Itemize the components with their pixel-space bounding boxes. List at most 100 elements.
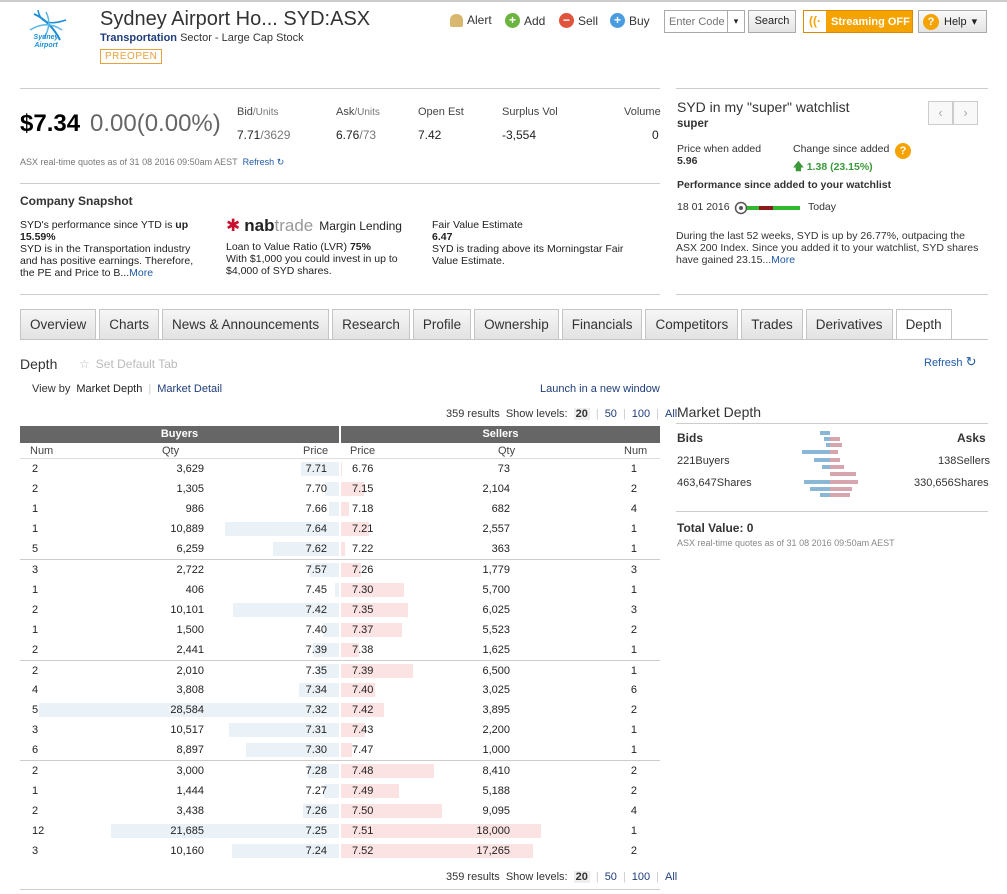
margin-lending-info: Loan to Value Ratio (LVR) 75% With $1,00… bbox=[226, 241, 398, 277]
sell-num: 1 bbox=[630, 523, 637, 536]
launch-new-window-link[interactable]: Launch in a new window bbox=[540, 383, 660, 395]
tab-derivatives[interactable]: Derivatives bbox=[805, 309, 893, 339]
price-added-value: 5.96 bbox=[677, 155, 698, 167]
top-border bbox=[0, 0, 1007, 2]
buy-num: 5 bbox=[32, 704, 39, 717]
level-50[interactable]: 50 bbox=[605, 871, 617, 883]
question-icon[interactable]: ? bbox=[895, 143, 911, 159]
sell-qty: 2,200 bbox=[482, 724, 510, 737]
tab-profile[interactable]: Profile bbox=[412, 309, 472, 339]
refresh-icon[interactable]: ↻ bbox=[277, 157, 285, 167]
buy-num: 1 bbox=[32, 503, 39, 516]
fair-value-info: Fair Value Estimate 6.47 SYD is trading … bbox=[432, 219, 624, 267]
nabtrade-logo[interactable]: ✱ nabtrade Margin Lending bbox=[226, 216, 402, 236]
bid-label: Bid/Units bbox=[237, 106, 279, 118]
level-50[interactable]: 50 bbox=[605, 408, 617, 420]
buy-qty: 2,441 bbox=[176, 643, 204, 656]
tab-charts[interactable]: Charts bbox=[99, 309, 160, 339]
tab-trades[interactable]: Trades bbox=[741, 309, 803, 339]
plus-icon: + bbox=[610, 13, 625, 28]
buy-num: 3 bbox=[32, 844, 39, 857]
sell-num: 2 bbox=[630, 623, 637, 636]
sell-price: 7.52 bbox=[352, 844, 374, 857]
sell-num: 1 bbox=[630, 744, 637, 757]
logo-text: Sydney Airport bbox=[33, 34, 59, 49]
depth-row: 2 3,629 7.71 6.76 73 1 bbox=[20, 459, 660, 479]
level-100[interactable]: 100 bbox=[632, 871, 650, 883]
sell-price: 7.22 bbox=[352, 543, 374, 556]
divider bbox=[676, 294, 988, 295]
search-button[interactable]: Search bbox=[748, 10, 796, 33]
divider bbox=[20, 183, 660, 184]
depth-row: 5 28,584 7.32 7.42 3,895 2 bbox=[20, 700, 660, 720]
alert-button[interactable]: Alert bbox=[450, 13, 492, 27]
buy-num: 1 bbox=[32, 583, 39, 596]
volume-label: Volume bbox=[624, 106, 661, 118]
buy-price: 7.62 bbox=[305, 543, 327, 556]
watchlist-more-link[interactable]: More bbox=[771, 254, 795, 266]
tab-financials[interactable]: Financials bbox=[561, 309, 643, 339]
sell-price: 7.37 bbox=[352, 623, 374, 636]
level-100[interactable]: 100 bbox=[632, 408, 650, 420]
depth-row: 1 406 7.45 7.30 5,700 1 bbox=[20, 580, 660, 600]
tab-overview[interactable]: Overview bbox=[20, 309, 97, 339]
buy-num: 1 bbox=[32, 523, 39, 536]
level-20[interactable]: 20 bbox=[573, 871, 590, 883]
sell-shares: 330,656Shares bbox=[914, 477, 989, 489]
tab-news[interactable]: News & Announcements bbox=[162, 309, 330, 339]
chevron-down-icon[interactable]: ▾ bbox=[727, 11, 744, 32]
snapshot-more-link[interactable]: More bbox=[129, 267, 153, 279]
star-icon: ☆ bbox=[79, 357, 90, 371]
help-button[interactable]: ? Help ▾ bbox=[918, 10, 987, 33]
depth-timestamp: ASX real-time quotes as of 31 08 2016 09… bbox=[677, 538, 895, 548]
depth-row: 3 2,722 7.57 7.26 1,779 3 bbox=[20, 559, 660, 579]
ask-value: 6.76/73 bbox=[336, 128, 377, 142]
buy-qty: 3,438 bbox=[176, 804, 204, 817]
depth-table: Buyers Sellers Num Qty Price Price Qty N… bbox=[20, 426, 660, 861]
tab-depth[interactable]: Depth bbox=[895, 309, 952, 340]
total-value: Total Value: 0 bbox=[677, 521, 754, 535]
view-market-detail[interactable]: Market Detail bbox=[157, 383, 222, 395]
sell-num: 3 bbox=[630, 603, 637, 616]
results-bar-bottom: 359 results Show levels: 20 | 50 | 100 | All bbox=[446, 871, 678, 883]
depth-refresh-button[interactable]: Refresh ↻ bbox=[924, 354, 977, 370]
sell-price: 6.76 bbox=[352, 463, 374, 475]
depth-rows: 2 3,629 7.71 6.76 73 1 2 1,305 7.70 7.15 2,104 2 1 98… bbox=[20, 459, 660, 861]
add-button[interactable]: + Add bbox=[505, 13, 545, 28]
sell-button[interactable]: − Sell bbox=[559, 13, 598, 28]
divider bbox=[20, 294, 660, 295]
buy-volume-bar bbox=[325, 482, 339, 497]
bids-label: Bids bbox=[677, 431, 704, 445]
tab-competitors[interactable]: Competitors bbox=[645, 309, 739, 339]
buy-volume-bar bbox=[335, 582, 339, 597]
prev-watchlist-button[interactable]: ‹ bbox=[928, 101, 953, 125]
set-default-tab[interactable]: ☆ Set Default Tab bbox=[79, 357, 178, 371]
next-watchlist-button[interactable]: › bbox=[953, 101, 978, 125]
buy-button[interactable]: + Buy bbox=[610, 13, 650, 28]
refresh-link[interactable]: Refresh bbox=[243, 157, 275, 167]
sellers-count: 138Sellers bbox=[938, 455, 990, 467]
level-20[interactable]: 20 bbox=[573, 408, 590, 420]
buyers-header: Buyers bbox=[20, 426, 339, 443]
buy-qty: 1,500 bbox=[176, 623, 204, 636]
results-bar-top: 359 results Show levels: 20 | 50 | 100 | All bbox=[446, 408, 678, 420]
view-market-depth[interactable]: Market Depth bbox=[76, 383, 142, 395]
streaming-toggle[interactable]: ((· Streaming OFF bbox=[803, 10, 913, 33]
sellers-header: Sellers bbox=[341, 426, 660, 443]
buy-price: 7.30 bbox=[305, 744, 327, 757]
snapshot-title: Company Snapshot bbox=[20, 194, 133, 208]
level-all[interactable]: All bbox=[665, 408, 677, 420]
divider bbox=[676, 423, 988, 424]
level-all[interactable]: All bbox=[665, 871, 677, 883]
sell-qty: 2,104 bbox=[482, 483, 510, 496]
sell-num: 2 bbox=[630, 765, 637, 778]
depth-row: 3 10,160 7.24 7.52 17,265 2 bbox=[20, 841, 660, 861]
chevron-down-icon: ▾ bbox=[971, 16, 978, 28]
surplus-label: Surplus Vol bbox=[502, 106, 558, 118]
sell-num: 1 bbox=[630, 543, 637, 556]
tab-ownership[interactable]: Ownership bbox=[474, 309, 559, 339]
tab-research[interactable]: Research bbox=[332, 309, 410, 339]
sell-num: 4 bbox=[630, 503, 637, 516]
sell-qty: 17,265 bbox=[476, 844, 510, 857]
sell-price: 7.42 bbox=[352, 704, 374, 717]
